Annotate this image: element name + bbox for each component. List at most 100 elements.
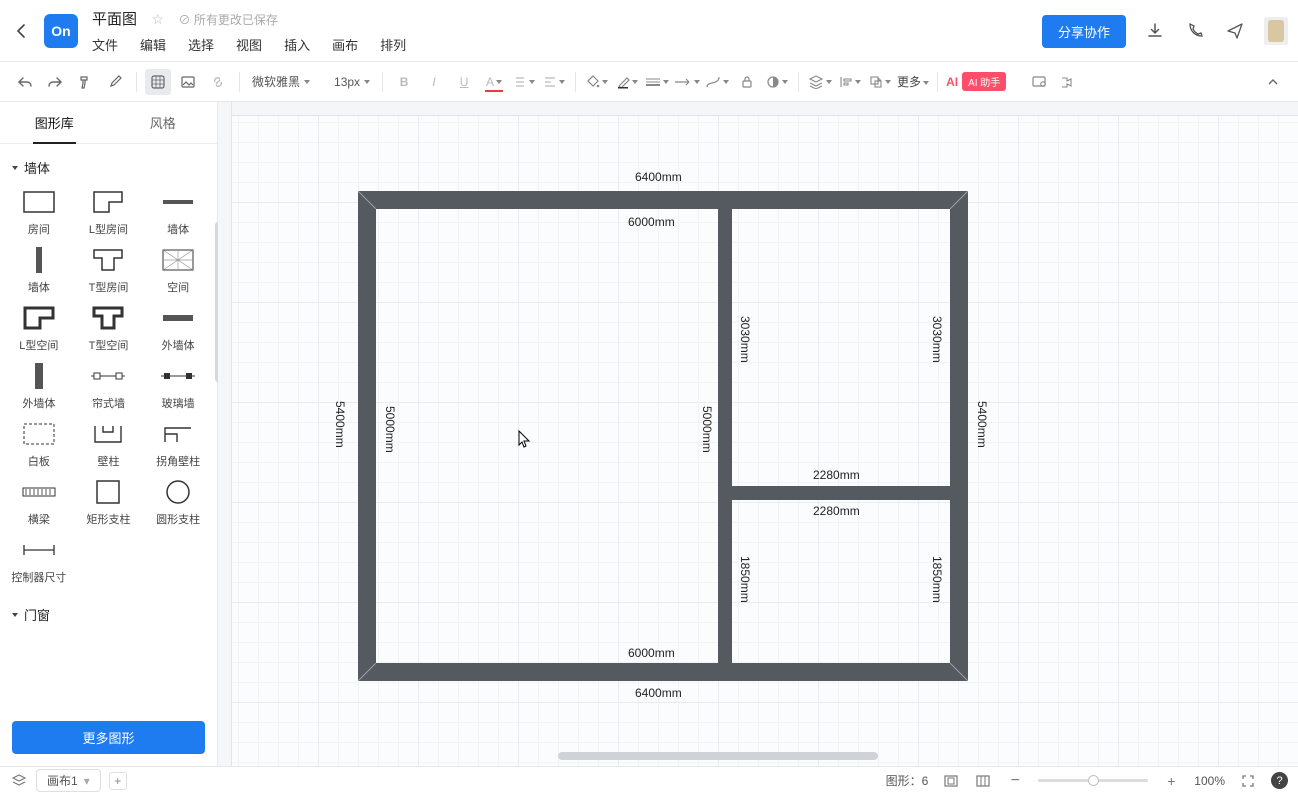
shape-glass-wall[interactable]: 玻璃墙: [145, 361, 211, 411]
wall-interior-vertical[interactable]: [718, 209, 732, 663]
link-icon[interactable]: [205, 69, 231, 95]
shape-beam[interactable]: 横梁: [6, 477, 72, 527]
section-walls-header[interactable]: 墙体: [4, 152, 213, 183]
user-avatar[interactable]: [1264, 17, 1288, 45]
fill-pattern-icon[interactable]: [145, 69, 171, 95]
collapse-toolbar-icon[interactable]: [1260, 69, 1286, 95]
shape-t-space[interactable]: T型空间: [76, 303, 142, 353]
fit-width-icon[interactable]: [974, 772, 992, 790]
floor-plan[interactable]: 6400mm 6400mm 5400mm 5400mm 6000mm 6000m…: [358, 166, 968, 676]
shape-corner-pilaster[interactable]: 拐角壁柱: [145, 419, 211, 469]
shape-outer-wall-h[interactable]: 外墙体: [145, 303, 211, 353]
shape-outer-wall-v[interactable]: 外墙体: [6, 361, 72, 411]
dim-br-top: 2280mm: [813, 504, 860, 518]
canvas-h-scrollbar[interactable]: [558, 752, 1278, 760]
redo-icon[interactable]: [42, 69, 68, 95]
text-color-icon[interactable]: A: [481, 69, 507, 95]
underline-icon[interactable]: U: [451, 69, 477, 95]
canvas-area[interactable]: 6400mm 6400mm 5400mm 5400mm 6000mm 6000m…: [218, 102, 1298, 766]
menu-arrange[interactable]: 排列: [380, 35, 406, 54]
tab-style[interactable]: 风格: [109, 102, 218, 143]
scroll-thumb[interactable]: [558, 752, 878, 760]
fullscreen-icon[interactable]: [1239, 772, 1257, 790]
menu-canvas[interactable]: 画布: [332, 35, 358, 54]
add-sheet-button[interactable]: +: [109, 772, 127, 790]
back-button[interactable]: [0, 0, 44, 62]
eyedropper-icon[interactable]: [102, 69, 128, 95]
shape-t-room[interactable]: T型房间: [76, 245, 142, 295]
menu-select[interactable]: 选择: [188, 35, 214, 54]
shape-l-room[interactable]: L型房间: [76, 187, 142, 237]
fit-page-icon[interactable]: [942, 772, 960, 790]
shape-l-space[interactable]: L型空间: [6, 303, 72, 353]
wall-outer-top[interactable]: [358, 191, 968, 209]
stroke-color-icon[interactable]: [614, 69, 640, 95]
wall-interior-horizontal[interactable]: [732, 486, 950, 500]
save-status: ⊘ 所有更改已保存: [178, 13, 277, 27]
zoom-slider-thumb[interactable]: [1088, 775, 1099, 786]
shape-whiteboard[interactable]: 白板: [6, 419, 72, 469]
menu-file[interactable]: 文件: [92, 35, 118, 54]
shape-library-body[interactable]: 墙体 房间 L型房间 墙体 墙体 T型房间 空间 L型空间 T型空间 外墙体 外…: [0, 144, 217, 713]
shape-space[interactable]: 空间: [145, 245, 211, 295]
share-button[interactable]: 分享协作: [1042, 15, 1126, 48]
phone-icon[interactable]: [1184, 20, 1206, 42]
bold-icon[interactable]: B: [391, 69, 417, 95]
lock-icon[interactable]: [734, 69, 760, 95]
shape-wall-thick[interactable]: 墙体: [6, 245, 72, 295]
shape-room[interactable]: 房间: [6, 187, 72, 237]
shape-round-column[interactable]: 圆形支柱: [145, 477, 211, 527]
opacity-icon[interactable]: [764, 69, 790, 95]
presentation-icon[interactable]: [1026, 69, 1052, 95]
section-doors-header[interactable]: 门窗: [4, 599, 213, 630]
flow-icon[interactable]: [1056, 69, 1082, 95]
wall-outer-left[interactable]: [358, 191, 376, 681]
corner-bevel-icon: [950, 191, 968, 209]
more-shapes-button[interactable]: 更多图形: [12, 721, 205, 754]
download-icon[interactable]: [1144, 20, 1166, 42]
shape-wall-thin[interactable]: 墙体: [145, 187, 211, 237]
wall-outer-right[interactable]: [950, 191, 968, 681]
fill-color-icon[interactable]: [584, 69, 610, 95]
connector-icon[interactable]: [704, 69, 730, 95]
undo-icon[interactable]: [12, 69, 38, 95]
menu-insert[interactable]: 插入: [284, 35, 310, 54]
separator: [239, 72, 240, 92]
sheet-tab[interactable]: 画布1▾: [36, 769, 101, 792]
tab-shape-library[interactable]: 图形库: [0, 102, 109, 143]
italic-icon[interactable]: I: [421, 69, 447, 95]
send-icon[interactable]: [1224, 20, 1246, 42]
line-spacing-icon[interactable]: [511, 69, 537, 95]
zoom-in-icon[interactable]: +: [1162, 772, 1180, 790]
shape-controller-size[interactable]: 控制器尺寸: [6, 535, 72, 585]
font-family-select[interactable]: 微软雅黑: [248, 73, 314, 90]
align-icon[interactable]: [541, 69, 567, 95]
align-objects-icon[interactable]: [837, 69, 863, 95]
zoom-slider[interactable]: [1038, 779, 1148, 782]
arrow-style-icon[interactable]: [674, 69, 700, 95]
zoom-level[interactable]: 100%: [1194, 774, 1225, 788]
wall-outer-bottom[interactable]: [358, 663, 968, 681]
shape-pilaster[interactable]: 壁柱: [76, 419, 142, 469]
favorite-star-icon[interactable]: ☆: [151, 11, 164, 27]
toolbar-more[interactable]: 更多: [897, 73, 929, 90]
menu-view[interactable]: 视图: [236, 35, 262, 54]
menu-edit[interactable]: 编辑: [140, 35, 166, 54]
shape-rect-column[interactable]: 矩形支柱: [76, 477, 142, 527]
image-icon[interactable]: [175, 69, 201, 95]
ai-assistant-button[interactable]: AI AI 助手: [946, 72, 1006, 91]
group-icon[interactable]: [867, 69, 893, 95]
help-icon[interactable]: ?: [1271, 772, 1288, 789]
section-walls-grid: 房间 L型房间 墙体 墙体 T型房间 空间 L型空间 T型空间 外墙体 外墙体 …: [4, 183, 213, 599]
dim-br-right: 1850mm: [930, 556, 944, 603]
layers-icon[interactable]: [10, 772, 28, 790]
layer-icon[interactable]: [807, 69, 833, 95]
font-size-select[interactable]: 13px: [330, 75, 374, 89]
document-title[interactable]: 平面图: [92, 8, 137, 29]
line-style-icon[interactable]: [644, 69, 670, 95]
separator: [136, 72, 137, 92]
shape-curtain-wall[interactable]: 帘式墙: [76, 361, 142, 411]
format-painter-icon[interactable]: [72, 69, 98, 95]
zoom-out-icon[interactable]: −: [1006, 772, 1024, 790]
corner-bevel-icon: [950, 663, 968, 681]
